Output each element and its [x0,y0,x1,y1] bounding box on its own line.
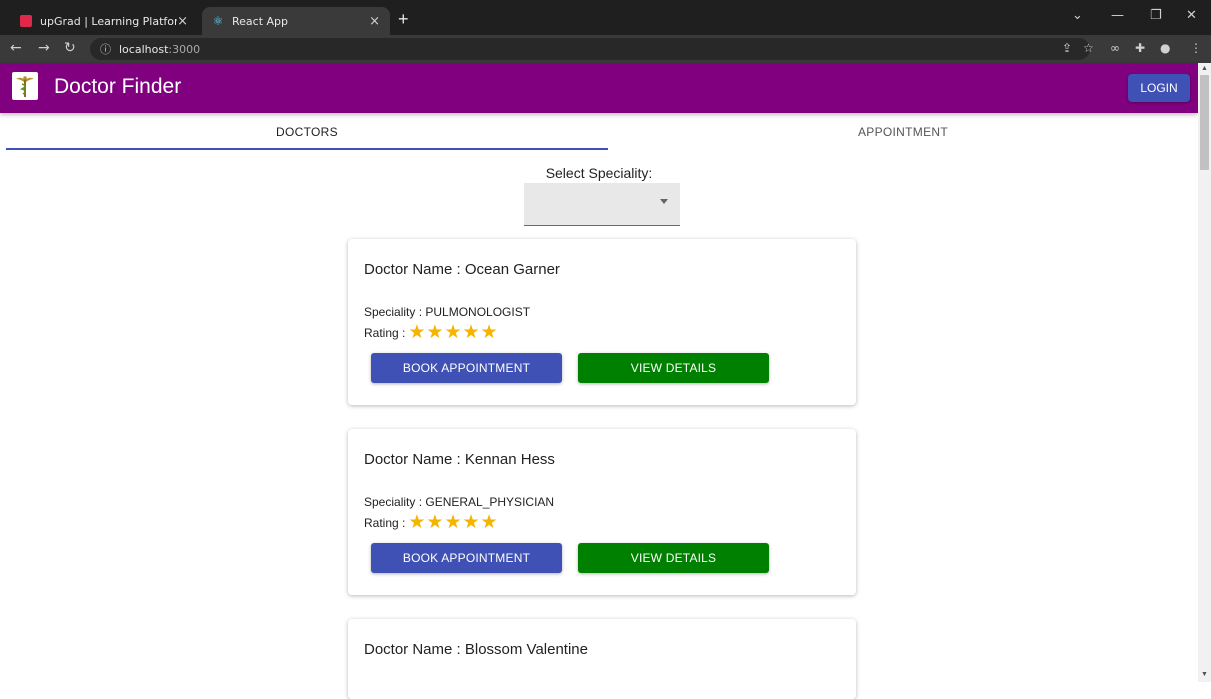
profile-avatar-icon[interactable]: ● [1160,41,1170,55]
upgrad-favicon-icon [20,15,32,27]
browser-tab-title: upGrad | Learning Platform [40,14,178,28]
rating-stars: ★ ★ ★ ★ ★ [408,323,498,342]
info-icon[interactable]: ⓘ [100,41,111,57]
url-host: localhost [119,42,169,56]
star-icon: ★ [426,322,444,343]
view-details-button[interactable]: VIEW DETAILS [578,353,769,383]
speciality-label: Select Speciality: [545,165,653,181]
app-header: Doctor Finder LOGIN [0,63,1198,113]
back-arrow-icon[interactable]: ← [10,40,22,56]
kebab-menu-icon[interactable]: ⋮ [1190,41,1202,55]
scroll-thumb[interactable] [1200,75,1209,170]
browser-toolbar: ← → ↻ ⓘ localhost:3000 ⇪ ☆ ∞ ✚ ● ⋮ [0,35,1211,63]
star-icon: ★ [426,512,444,533]
close-tab-icon[interactable]: × [369,14,380,29]
scroll-down-icon[interactable]: ▼ [1201,671,1208,678]
doctor-rating: Rating : ★ ★ ★ ★ ★ [364,513,499,532]
main-tabs: DOCTORS APPOINTMENT [0,113,1198,151]
doctor-name: Doctor Name : Blossom Valentine [364,641,588,658]
doctor-rating: Rating : ★ ★ ★ ★ ★ [364,323,499,342]
close-window-icon[interactable]: ✕ [1186,8,1197,23]
scroll-up-icon[interactable]: ▲ [1201,65,1208,72]
doctor-speciality: Speciality : PULMONOLOGIST [364,305,531,319]
doctor-name: Doctor Name : Ocean Garner [364,261,560,278]
star-icon: ★ [480,322,498,343]
star-icon: ★ [408,322,426,343]
book-appointment-button[interactable]: BOOK APPOINTMENT [371,543,562,573]
close-tab-icon[interactable]: × [177,14,188,29]
star-icon: ★ [462,322,480,343]
caduceus-logo-icon [12,72,38,100]
doctor-card: Doctor Name : Blossom Valentine [348,619,856,699]
dropdown-arrow-icon [660,199,668,204]
rating-label: Rating : [364,325,406,340]
browser-tab-upgrad[interactable]: upGrad | Learning Platform × [10,7,198,35]
tab-search-icon[interactable]: ⌄ [1072,8,1083,23]
browser-tab-strip: upGrad | Learning Platform × ⚛ React App… [0,0,1211,35]
star-icon: ★ [444,322,462,343]
rating-stars: ★ ★ ★ ★ ★ [408,513,498,532]
forward-arrow-icon[interactable]: → [38,40,50,56]
extension-icon[interactable]: ∞ [1110,41,1120,55]
view-details-button[interactable]: VIEW DETAILS [578,543,769,573]
star-icon: ★ [462,512,480,533]
address-bar[interactable]: ⓘ localhost:3000 [90,38,1090,60]
tab-appointment[interactable]: APPOINTMENT [608,113,1198,151]
tab-indicator [6,148,608,150]
book-appointment-button[interactable]: BOOK APPOINTMENT [371,353,562,383]
tab-doctors[interactable]: DOCTORS [6,113,608,151]
speciality-select[interactable] [524,183,680,226]
minimize-icon[interactable]: — [1111,8,1124,23]
rating-label: Rating : [364,515,406,530]
doctor-name: Doctor Name : Kennan Hess [364,451,555,468]
doctor-card: Doctor Name : Ocean Garner Speciality : … [348,239,856,405]
restore-icon[interactable]: ❐ [1150,8,1162,23]
star-icon: ★ [480,512,498,533]
react-favicon-icon: ⚛ [212,14,224,28]
star-icon[interactable]: ☆ [1083,41,1094,55]
reload-icon[interactable]: ↻ [64,40,76,56]
browser-tab-title: React App [232,14,289,28]
page-scrollbar[interactable]: ▲ ▼ [1198,63,1211,682]
login-button[interactable]: LOGIN [1128,74,1190,102]
star-icon: ★ [408,512,426,533]
puzzle-icon[interactable]: ✚ [1135,41,1145,55]
browser-tab-react-app[interactable]: ⚛ React App × [202,7,390,35]
new-tab-button[interactable]: + [398,9,409,29]
star-icon: ★ [444,512,462,533]
doctor-speciality: Speciality : GENERAL_PHYSICIAN [364,495,555,509]
app-title: Doctor Finder [54,75,182,98]
url-port: :3000 [168,42,201,56]
doctor-card: Doctor Name : Kennan Hess Speciality : G… [348,429,856,595]
share-icon[interactable]: ⇪ [1062,41,1072,55]
